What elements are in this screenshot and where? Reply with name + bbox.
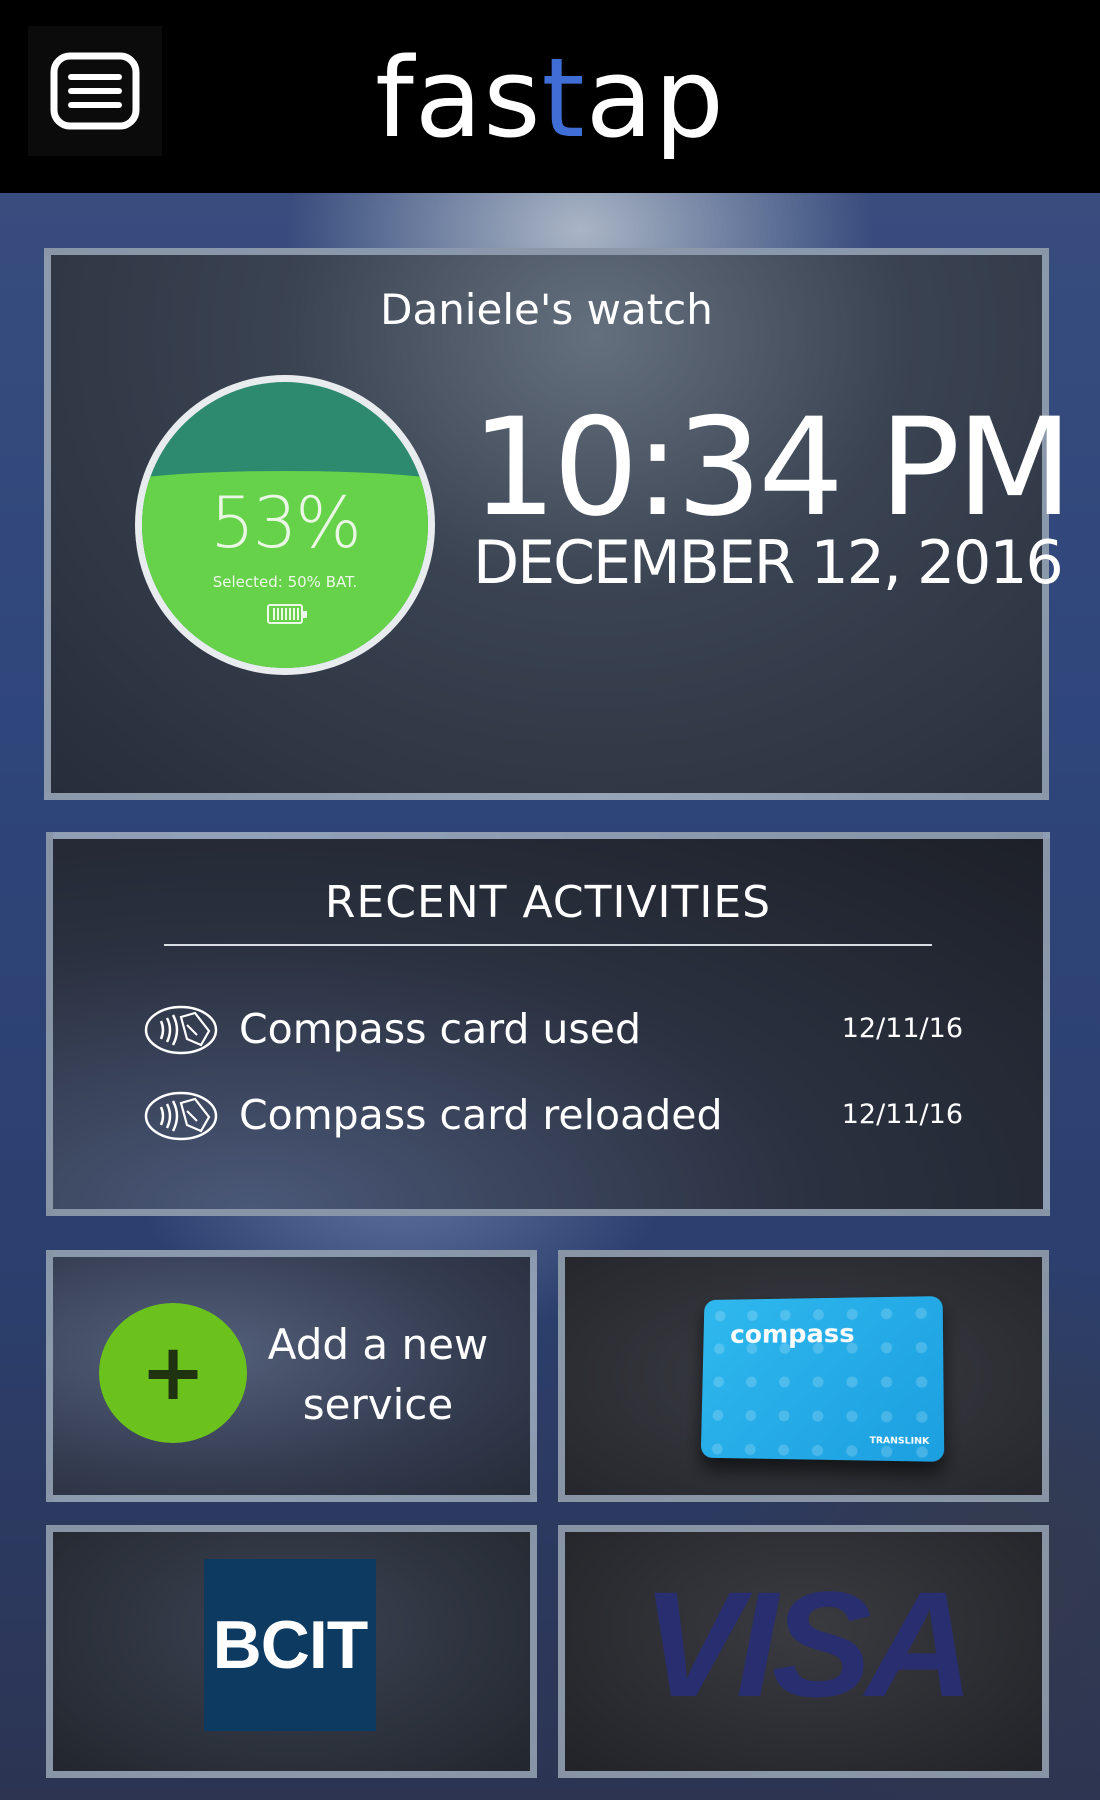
watch-date: DECEMBER 12, 2016 <box>473 528 1064 598</box>
activity-label: Compass card reloaded <box>239 1091 723 1139</box>
nfc-tap-icon <box>144 1005 218 1055</box>
battery-percent: 53% <box>210 482 362 564</box>
activity-item[interactable]: Compass card reloaded 12/11/16 <box>143 1087 963 1147</box>
plus-icon: + <box>140 1328 206 1418</box>
activity-item[interactable]: Compass card used 12/11/16 <box>143 1001 963 1061</box>
device-name: Daniele's watch <box>380 285 713 334</box>
compass-card-tile[interactable]: compass TRANSLINK <box>558 1250 1049 1502</box>
app-header: fastap <box>0 0 1100 193</box>
bcit-logo: BCIT <box>204 1559 376 1731</box>
add-service-label: Add a new service <box>263 1315 493 1435</box>
logo-part-2: ap <box>585 34 725 162</box>
app-logo: fastap <box>0 38 1100 158</box>
divider <box>164 944 932 946</box>
logo-accent: t <box>541 34 586 162</box>
logo-part-1: fas <box>375 34 542 162</box>
compass-logo: compass <box>729 1319 855 1350</box>
recent-activities-title: RECENT ACTIVITIES <box>324 877 772 928</box>
activity-date: 12/11/16 <box>841 1013 963 1044</box>
nfc-tap-icon <box>144 1091 218 1141</box>
recent-activities-panel: RECENT ACTIVITIES Compass card used 12/1… <box>46 832 1050 1216</box>
activity-date: 12/11/16 <box>841 1099 963 1130</box>
activity-label: Compass card used <box>239 1005 642 1053</box>
add-service-line2: service <box>302 1380 454 1429</box>
visa-tile[interactable]: VISA <box>558 1525 1049 1778</box>
bcit-tile[interactable]: BCIT <box>46 1525 537 1778</box>
add-service-tile[interactable]: + Add a new service <box>46 1250 537 1502</box>
watch-panel[interactable]: Daniele's watch 53% Selected: 50% BAT. 1… <box>44 248 1073 800</box>
watch-time: 10:34 PM <box>471 389 1073 546</box>
visa-logo: VISA <box>641 1560 974 1728</box>
bcit-logo-text: BCIT <box>212 1607 369 1683</box>
add-service-button[interactable]: + <box>99 1303 247 1443</box>
translink-logo: TRANSLINK <box>869 1435 930 1448</box>
battery-icon <box>267 604 307 624</box>
battery-selected: Selected: 50% BAT. <box>212 573 358 591</box>
add-service-line1: Add a new <box>267 1320 489 1369</box>
compass-card-image: compass TRANSLINK <box>700 1296 945 1462</box>
battery-gauge: 53% Selected: 50% BAT. <box>135 375 435 675</box>
